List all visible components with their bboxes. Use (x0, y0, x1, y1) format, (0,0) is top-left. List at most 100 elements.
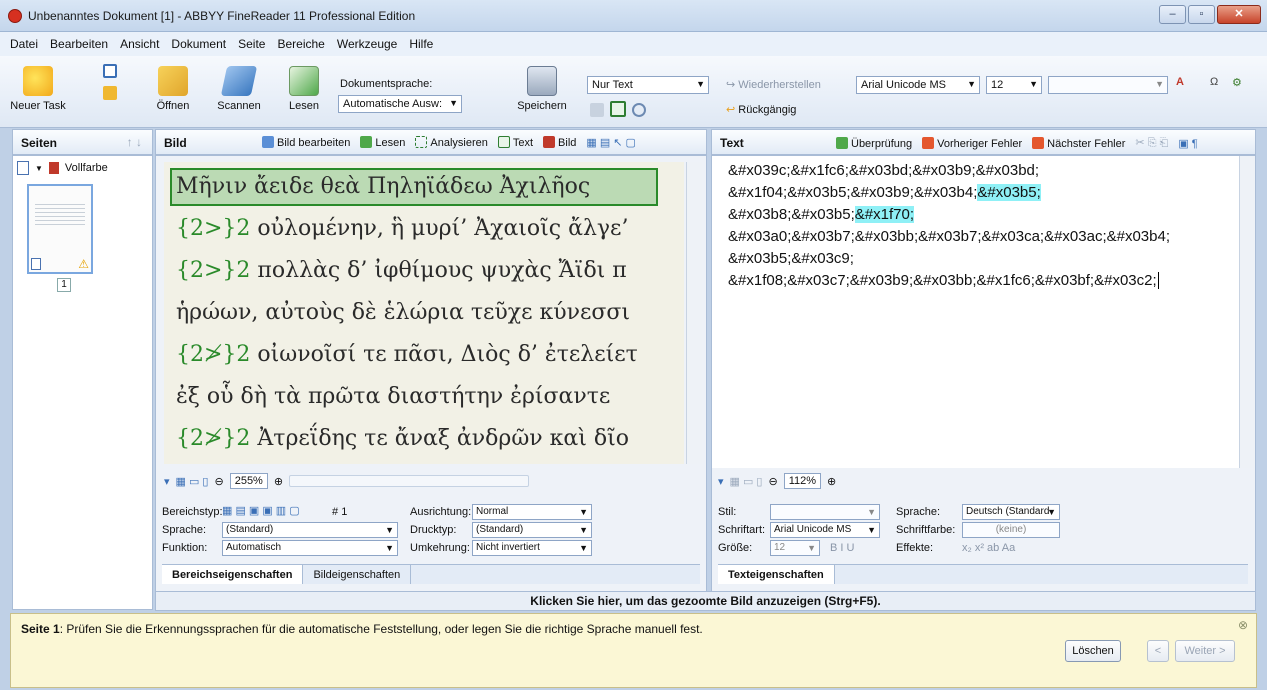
menu-ansicht[interactable]: Ansicht (120, 37, 159, 51)
edit-image-button[interactable]: Bild bearbeiten (262, 136, 350, 149)
image-horizontal-scrollbar[interactable] (289, 475, 530, 487)
window-title: Unbenanntes Dokument [1] - ABBYY FineRea… (28, 9, 416, 23)
open-button[interactable]: Öffnen (150, 66, 196, 112)
print-type-select[interactable]: (Standard) ▼ (472, 522, 592, 538)
image-zoom-bar: ▾ ▦ ▭ ▯ ⊖ 255% ⊕ (164, 470, 694, 492)
effects-icons[interactable]: x₂ x² ab Aa (962, 542, 1015, 554)
collapse-icon[interactable]: ▾ (164, 475, 170, 488)
pages-pane-header: Seiten ↑ ↓ (12, 129, 153, 155)
magnifier-icon[interactable] (632, 103, 646, 117)
line-marker: {2>}2 (176, 258, 251, 283)
previous-tip-button[interactable]: < (1147, 640, 1169, 662)
delete-button[interactable]: Löschen (1065, 640, 1121, 662)
read-button[interactable]: Lesen (284, 66, 324, 112)
text-size-select[interactable]: 12 ▼ (770, 540, 820, 556)
page-view-icon[interactable] (610, 101, 626, 117)
inversion-select[interactable]: Nicht invertiert ▼ (472, 540, 592, 556)
next-tip-button[interactable]: Weiter > (1175, 640, 1235, 662)
verification-button[interactable]: Überprüfung (836, 136, 912, 150)
text-zoom-bar: ▾ ▦ ▭ ▯ ⊖ 112% ⊕ (718, 470, 1248, 492)
greek-line: {2>}2 οὐλομένην, ἣ μυρί’ Ἀχαιοῖς ἄλγε’ (176, 216, 628, 241)
zoom-in-icon[interactable]: ⊕ (274, 475, 283, 488)
new-task-button[interactable]: Neuer Task (10, 66, 66, 112)
new-doc-icon[interactable] (103, 64, 117, 78)
undo-button[interactable]: ↩ Rückgängig (726, 103, 796, 116)
text-fit-icons[interactable]: ▦ ▭ ▯ (730, 475, 763, 488)
folder-small-icon[interactable] (103, 86, 117, 100)
text-area-button[interactable]: Text (497, 136, 533, 149)
image-zoom-select[interactable]: 255% (229, 473, 268, 489)
text-zoom-select[interactable]: 112% (783, 473, 822, 489)
text-properties: Stil: ▼ Sprache: Deutsch (Standard ▼ Schr… (718, 502, 1248, 556)
font-size-select[interactable]: 12 ▼ (986, 76, 1042, 94)
page-nav-icons[interactable]: ↑ ↓ (127, 135, 142, 149)
layout-icon[interactable] (590, 103, 604, 117)
menu-hilfe[interactable]: Hilfe (409, 37, 433, 51)
text-editor[interactable]: &#x039c;&#x1fc6;&#x03bd;&#x03b9;&#x03bd;… (712, 156, 1255, 468)
tab-text-properties[interactable]: Texteigenschaften (718, 565, 835, 584)
function-select[interactable]: Automatisch ▼ (222, 540, 398, 556)
menu-dokument[interactable]: Dokument (171, 37, 226, 51)
style-label: Stil: (718, 506, 737, 518)
text-font-select[interactable]: Arial Unicode MS ▼ (770, 522, 880, 538)
read-pane-button[interactable]: Lesen (360, 136, 405, 149)
tab-area-properties[interactable]: Bereichseigenschaften (162, 565, 304, 584)
special-char-icon[interactable]: Ω (1210, 76, 1218, 88)
area-language-select[interactable]: (Standard) ▼ (222, 522, 398, 538)
font-select[interactable]: Arial Unicode MS ▼ (856, 76, 980, 94)
font-color-icon[interactable]: A (1176, 76, 1184, 88)
text-zoom-in-icon[interactable]: ⊕ (827, 475, 836, 488)
image-vertical-scrollbar[interactable] (686, 162, 702, 464)
page-thumbnail[interactable]: ⚠ (27, 184, 93, 274)
page-view-toggle-icon[interactable] (17, 161, 29, 175)
area-tools-icons[interactable]: ▦ ▤ ↖ ▢ (586, 136, 636, 149)
tools-icon[interactable]: ⚙ (1232, 76, 1242, 89)
analyze-button[interactable]: Analysieren (415, 136, 488, 149)
menu-datei[interactable]: Datei (10, 37, 38, 51)
text-language-select[interactable]: Deutsch (Standard ▼ (962, 504, 1060, 520)
greek-line: {2≯}2 Ἀτρεΐδης τε ἄναξ ἀνδρῶν καὶ δῖο (176, 426, 629, 451)
chevron-down-icon[interactable]: ▼ (35, 164, 43, 173)
save-button[interactable]: Speichern (512, 66, 572, 112)
menu-bearbeiten[interactable]: Bearbeiten (50, 37, 108, 51)
text-vertical-scrollbar[interactable] (1239, 156, 1255, 468)
doc-language-select[interactable]: Automatische Ausw: ▼ (338, 95, 462, 113)
size-format-icons[interactable]: B I U (830, 542, 854, 554)
close-button[interactable]: ✕ (1217, 5, 1261, 24)
next-error-button[interactable]: Nächster Fehler (1032, 136, 1125, 150)
color-mode-label[interactable]: Vollfarbe (65, 162, 108, 174)
zoom-hint-bar[interactable]: Klicken Sie hier, um das gezoomte Bild a… (155, 591, 1256, 611)
text-zoom-out-icon[interactable]: ⊖ (768, 475, 777, 488)
menu-bereiche[interactable]: Bereiche (277, 37, 324, 51)
language-label: Sprache: (162, 524, 207, 536)
menu-werkzeuge[interactable]: Werkzeuge (337, 37, 397, 51)
area-type-icons[interactable]: ▦ ▤ ▣ ▣ ▥ ▢ (222, 504, 300, 517)
minimize-button[interactable]: – (1159, 5, 1186, 24)
font-color-select[interactable]: (keine) (962, 522, 1060, 538)
save-format-select[interactable]: Nur Text ▼ (587, 76, 709, 94)
redo-button[interactable]: ↪ Wiederherstellen (726, 78, 821, 91)
pilcrow-toggle-icon[interactable]: ▣ ¶ (1178, 137, 1197, 150)
page-number: 1 (57, 278, 71, 292)
line-marker: {2≯}2 (176, 342, 251, 367)
image-area-icon (543, 136, 556, 148)
scan-button[interactable]: Scannen (214, 66, 264, 112)
previous-error-button[interactable]: Vorheriger Fehler (922, 136, 1022, 150)
image-view[interactable]: Μῆνιν ἄειδε θεὰ Πηληϊάδεω Ἀχιλῆος {2>}2 … (164, 162, 684, 464)
image-area-button[interactable]: Bild (543, 136, 576, 149)
zoom-out-icon[interactable]: ⊖ (214, 475, 223, 488)
clipboard-icons[interactable]: ✂ ⎘ ⎗ (1135, 136, 1168, 150)
area-number[interactable]: # 1 (332, 506, 347, 518)
greek-line: {2≯}2 οἰωνοῖσί τε πᾶσι, Διὸς δ’ ἐτελείετ (176, 342, 638, 367)
ribbon: Neuer Task Öffnen Scannen Lesen Dokument… (0, 56, 1267, 169)
alignment-select[interactable]: Normal ▼ (472, 504, 592, 520)
menu-seite[interactable]: Seite (238, 37, 265, 51)
warning-icon: ⚠ (78, 257, 89, 271)
tab-image-properties[interactable]: Bildeigenschaften (303, 565, 412, 584)
style-select[interactable]: ▼ (1048, 76, 1168, 94)
dismiss-icon[interactable]: ⊗ (1238, 618, 1248, 632)
fit-page-icon[interactable]: ▦ ▭ ▯ (176, 475, 209, 488)
maximize-button[interactable]: ▫ (1188, 5, 1215, 24)
text-collapse-icon[interactable]: ▾ (718, 475, 724, 488)
text-style-select[interactable]: ▼ (770, 504, 880, 520)
